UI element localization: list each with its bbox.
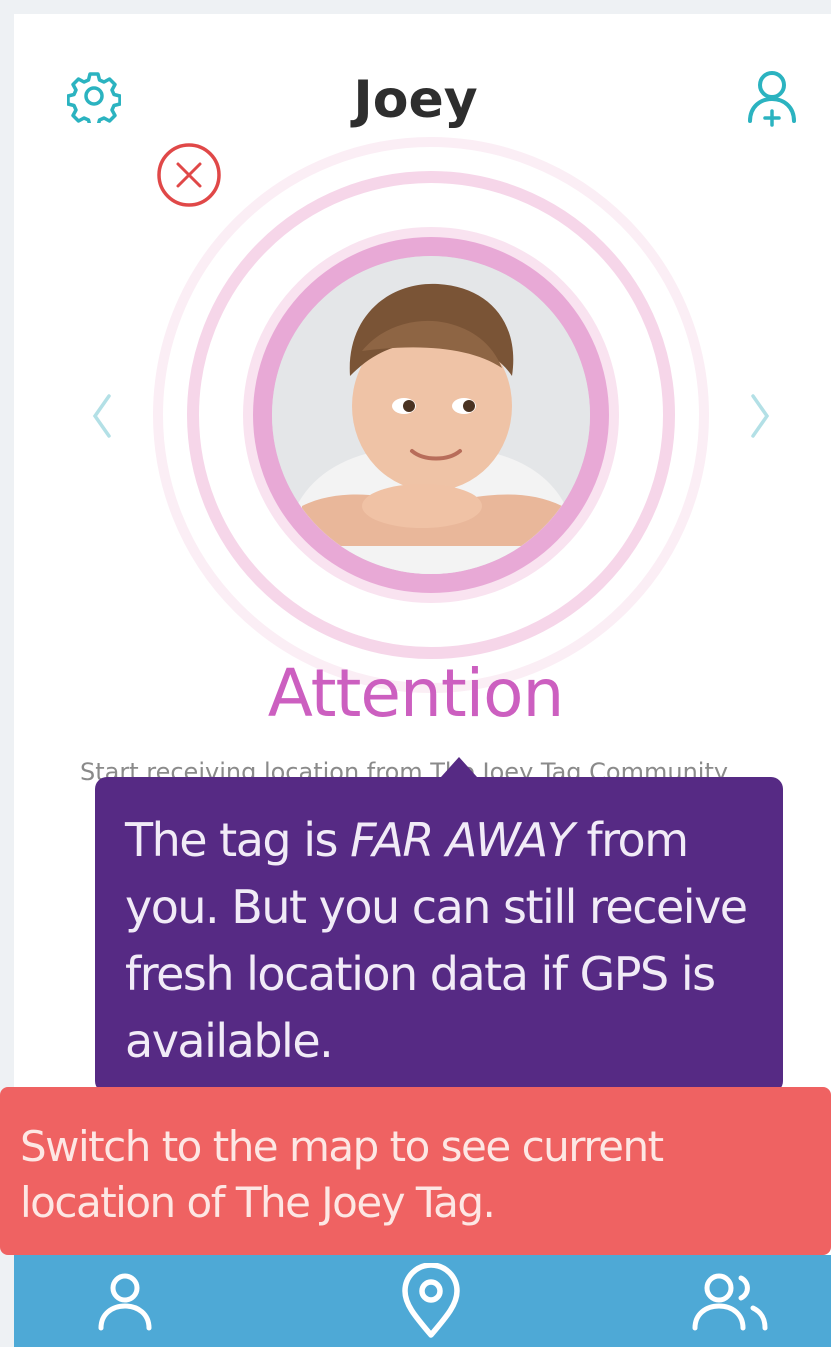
tooltip-text-start: The tag is	[125, 813, 351, 867]
next-profile-button[interactable]	[744, 390, 778, 442]
map-tooltip-text: Switch to the map to see current locatio…	[20, 1122, 664, 1227]
nav-map-tab[interactable]	[366, 1255, 496, 1347]
status-heading: Attention	[267, 655, 565, 732]
tooltip-arrow	[441, 757, 477, 777]
chevron-right-icon	[751, 394, 770, 438]
child-photo	[272, 256, 590, 574]
child-portrait	[272, 256, 590, 574]
tooltip-emphasis: FAR AWAY	[350, 813, 575, 867]
close-circle-icon	[157, 143, 221, 207]
nav-group-tab[interactable]	[666, 1255, 796, 1347]
group-icon	[692, 1273, 768, 1331]
map-pin-icon	[402, 1263, 460, 1338]
close-button[interactable]	[154, 140, 224, 210]
map-tooltip[interactable]: Switch to the map to see current locatio…	[0, 1087, 831, 1275]
person-icon	[98, 1273, 152, 1331]
far-away-tooltip[interactable]: The tag is FAR AWAY from you. But you ca…	[95, 757, 783, 1093]
previous-profile-button[interactable]	[84, 390, 118, 442]
nav-profile-tab[interactable]	[60, 1255, 190, 1347]
chevron-left-icon	[92, 394, 111, 438]
